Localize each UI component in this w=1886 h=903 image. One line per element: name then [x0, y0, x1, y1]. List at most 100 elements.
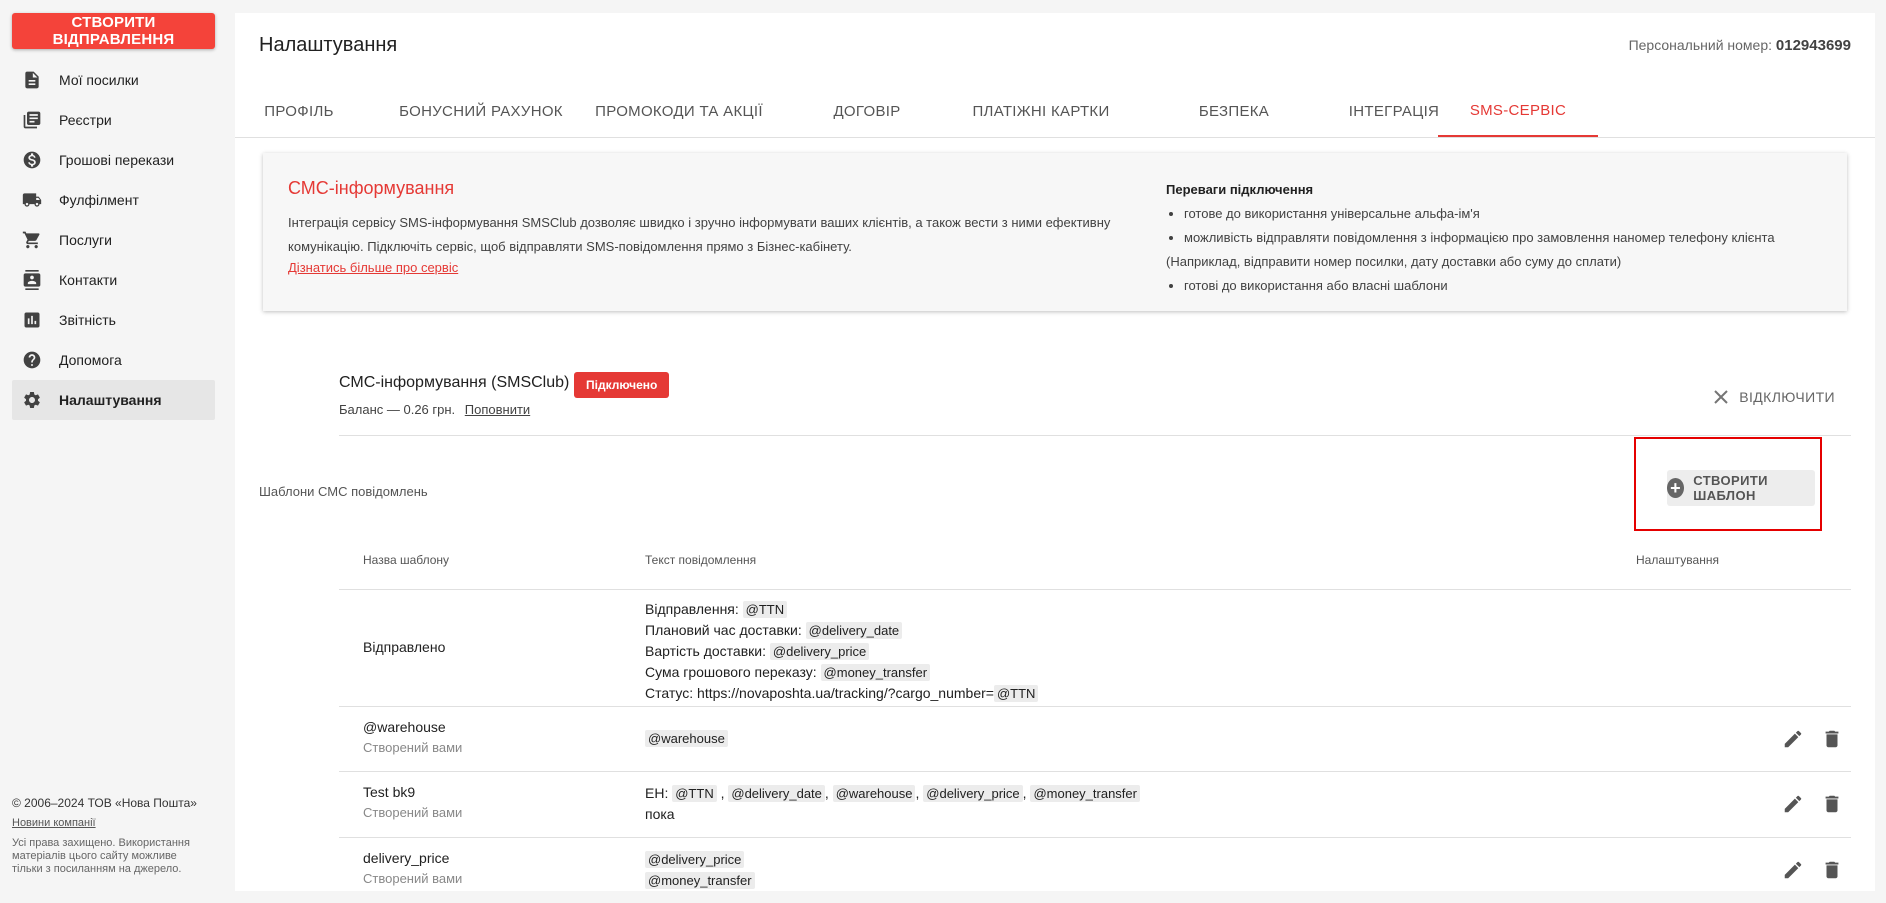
template-text: ЕН: @TTN , @delivery_date, @warehouse, @…: [645, 783, 1140, 824]
template-owner: Створений вами: [363, 805, 463, 820]
delete-icon[interactable]: [1821, 793, 1843, 815]
table-header: Назва шаблону Текст повідомлення Налашту…: [339, 529, 1851, 590]
sidebar-item-registries[interactable]: Реєстри: [12, 100, 215, 140]
disconnect-button[interactable]: ВІДКЛЮЧИТИ: [1713, 389, 1835, 405]
variable-chip: @TTN: [742, 601, 788, 618]
truck-icon: [22, 190, 42, 210]
service-name: СМС-інформування (SMSClub): [339, 374, 570, 391]
divider: [339, 435, 1851, 436]
personal-number: Персональний номер: 012943699: [1629, 37, 1851, 54]
column-text: Текст повідомлення: [645, 553, 757, 567]
edit-icon[interactable]: [1782, 793, 1804, 815]
info-title: СМС-інформування: [288, 178, 455, 198]
template-name: Відправлено: [363, 639, 446, 655]
tab-bonus-account[interactable]: БОНУСНИЙ РАХУНОК: [393, 85, 569, 137]
variable-chip: @delivery_price: [923, 785, 1023, 802]
copyright: © 2006–2024 ТОВ «Нова Пошта»: [12, 796, 197, 810]
sidebar-item-settings[interactable]: Налаштування: [12, 380, 215, 420]
table-row: Test bk9 Створений вами ЕН: @TTN , @deli…: [339, 772, 1851, 838]
tab-security[interactable]: БЕЗПЕКА: [1165, 85, 1303, 137]
template-owner: Створений вами: [363, 871, 463, 886]
balance: Баланс — 0.26 грн. Поповнити: [339, 402, 530, 417]
tab-sms-service[interactable]: SMS-СЕРВІС: [1438, 85, 1598, 137]
cart-icon: [22, 230, 42, 250]
row-actions: [1765, 859, 1843, 881]
tab-payment-cards[interactable]: ПЛАТІЖНІ КАРТКИ: [953, 85, 1129, 137]
chart-icon: [22, 310, 42, 330]
edit-icon[interactable]: [1782, 859, 1804, 881]
sidebar-item-reports[interactable]: Звітність: [12, 300, 215, 340]
sidebar-item-label: Фулфілмент: [59, 192, 139, 208]
disconnect-label: ВІДКЛЮЧИТИ: [1739, 389, 1835, 405]
sidebar: СТВОРИТИ ВІДПРАВЛЕННЯ Мої посилки Реєстр…: [0, 0, 226, 891]
create-shipment-button[interactable]: СТВОРИТИ ВІДПРАВЛЕННЯ: [12, 13, 215, 49]
sidebar-item-label: Послуги: [59, 232, 112, 248]
variable-chip: @TTN: [993, 685, 1039, 702]
text-line: пока: [645, 806, 675, 822]
advantages: Переваги підключення готове до використа…: [1166, 178, 1826, 298]
tab-contract[interactable]: ДОГОВІР: [815, 85, 919, 137]
row-actions: [1765, 793, 1843, 815]
variable-chip: @delivery_date: [805, 622, 903, 639]
sidebar-item-help[interactable]: Допомога: [12, 340, 215, 380]
edit-icon[interactable]: [1782, 728, 1804, 750]
template-text: Відправлення: @TTN Плановий час доставки…: [645, 599, 1039, 704]
sidebar-item-services[interactable]: Послуги: [12, 220, 215, 260]
company-news-link[interactable]: Новини компанії: [12, 817, 207, 829]
template-name: Test bk9: [363, 784, 416, 800]
sidebar-item-fulfillment[interactable]: Фулфілмент: [12, 180, 215, 220]
personal-number-label: Персональний номер:: [1628, 37, 1773, 53]
create-template-button[interactable]: + СТВОРИТИ ШАБЛОН: [1667, 470, 1815, 506]
table-row: @warehouse Створений вами @warehouse: [339, 707, 1851, 772]
templates-table: Назва шаблону Текст повідомлення Налашту…: [339, 529, 1851, 903]
variable-chip: @money_transfer: [645, 872, 755, 889]
create-template-label: СТВОРИТИ ШАБЛОН: [1693, 473, 1768, 503]
variable-chip: @delivery_price: [645, 851, 745, 868]
sidebar-item-label: Контакти: [59, 272, 118, 288]
learn-more-link[interactable]: Дізнатись більше про сервіс: [288, 260, 458, 275]
personal-number-value: 012943699: [1775, 37, 1851, 54]
column-name: Назва шаблону: [363, 553, 450, 567]
table-row: Відправлено Відправлення: @TTN Плановий …: [339, 590, 1851, 707]
advantage-item: можливість відправляти повідомлення з ін…: [1184, 226, 1826, 250]
page-title: Налаштування: [259, 34, 398, 56]
main-panel: Налаштування Персональний номер: 0129436…: [235, 13, 1875, 891]
template-owner: Створений вами: [363, 740, 463, 755]
templates-label: Шаблони СМС повідомлень: [259, 484, 428, 499]
tab-promocodes[interactable]: ПРОМОКОДИ ТА АКЦІЇ: [591, 85, 767, 137]
balance-text: Баланс — 0.26 грн.: [339, 402, 456, 417]
variable-chip: @delivery_date: [728, 785, 825, 802]
text-line: Статус: https://novaposhta.ua/tracking/?…: [645, 685, 994, 701]
help-icon: [22, 350, 42, 370]
text-line: Сума грошового переказу:: [645, 664, 817, 680]
sidebar-footer: © 2006–2024 ТОВ «Нова Пошта» Новини комп…: [12, 796, 207, 876]
tab-profile[interactable]: ПРОФІЛЬ: [235, 85, 363, 137]
sidebar-nav: Мої посилки Реєстри Грошові перекази Фул…: [12, 60, 215, 420]
delete-icon[interactable]: [1821, 859, 1843, 881]
sidebar-item-label: Реєстри: [59, 112, 112, 128]
row-actions: [1765, 728, 1843, 750]
sidebar-item-my-parcels[interactable]: Мої посилки: [12, 60, 215, 100]
template-text: @warehouse: [645, 728, 728, 749]
variable-chip: @money_transfer: [1030, 785, 1140, 802]
info-description: Інтеграція сервісу SMS-інформування SMSC…: [288, 215, 1111, 254]
topup-link[interactable]: Поповнити: [465, 402, 530, 417]
template-text: @delivery_price @money_transfer: [645, 849, 755, 891]
column-settings: Налаштування: [1636, 553, 1719, 567]
advantages-title: Переваги підключення: [1166, 182, 1314, 197]
template-name: delivery_price: [363, 850, 450, 866]
sidebar-item-money-transfers[interactable]: Грошові перекази: [12, 140, 215, 180]
text-line: Плановий час доставки:: [645, 622, 802, 638]
delete-icon[interactable]: [1821, 728, 1843, 750]
variable-chip: @warehouse: [832, 785, 916, 802]
status-badge: Підключено: [574, 372, 670, 398]
document-icon: [22, 70, 42, 90]
close-icon: [1714, 390, 1728, 404]
registry-icon: [22, 110, 42, 130]
sidebar-item-label: Допомога: [59, 352, 122, 368]
variable-chip: @delivery_price: [769, 643, 870, 660]
template-name: @warehouse: [363, 719, 446, 735]
sidebar-item-contacts[interactable]: Контакти: [12, 260, 215, 300]
rights-text: Усі права захищено. Використання матеріа…: [12, 837, 190, 875]
advantage-note: (Наприклад, відправити номер посилки, да…: [1166, 254, 1622, 269]
